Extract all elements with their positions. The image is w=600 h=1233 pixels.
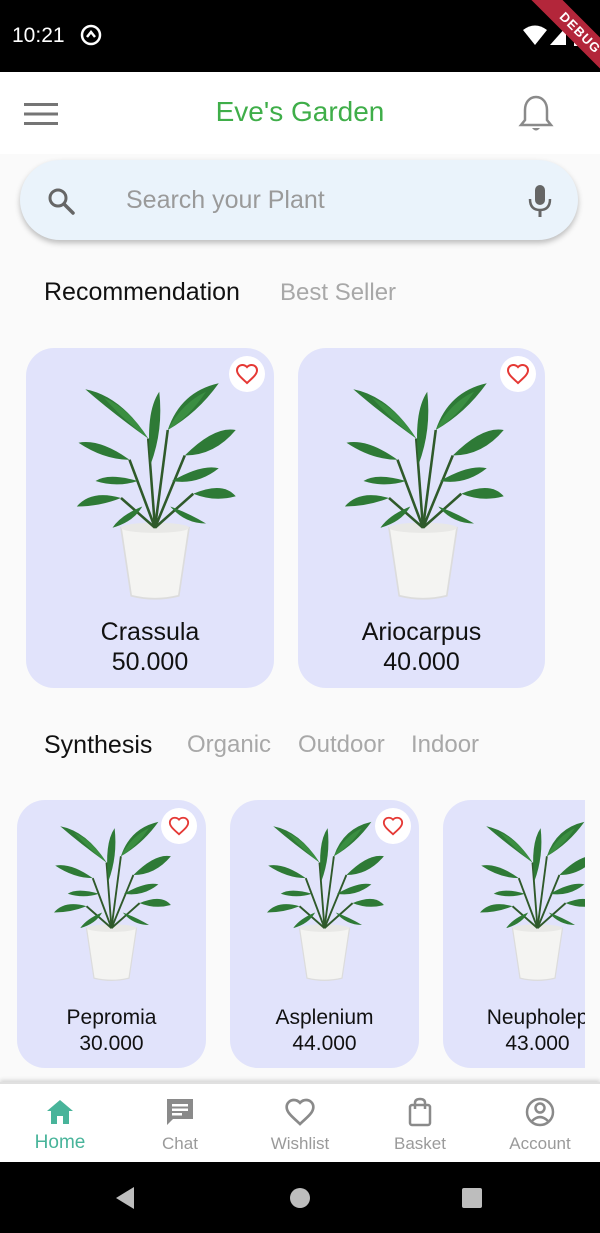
chat-icon: [167, 1099, 193, 1125]
status-time: 10:21: [12, 24, 65, 47]
product-card[interactable]: Ariocarpus 40.000: [298, 348, 545, 688]
product-price: 43.000: [505, 1032, 570, 1055]
notification-bell-icon[interactable]: [518, 94, 554, 134]
plant-image: [262, 810, 387, 990]
plant-image: [70, 362, 240, 617]
nav-home[interactable]: Home: [0, 1084, 120, 1164]
sync-icon: [80, 24, 102, 46]
nav-label: Account: [509, 1134, 571, 1153]
plant-image: [49, 810, 174, 990]
nav-chat[interactable]: Chat: [120, 1084, 240, 1164]
nav-label: Wishlist: [270, 1134, 330, 1153]
search-icon: [48, 188, 75, 215]
product-card[interactable]: Neupholep 43.000: [443, 800, 585, 1068]
product-price: 44.000: [292, 1032, 357, 1055]
bottom-navigation: Home Chat Wishlist Basket Account: [0, 1082, 600, 1164]
home-icon: [47, 1100, 73, 1124]
nav-label: Basket: [394, 1134, 446, 1153]
product-card[interactable]: Asplenium 44.000: [230, 800, 419, 1068]
favorite-button[interactable]: [229, 356, 265, 392]
heart-icon: [506, 362, 530, 386]
system-navigation-bar: [0, 1162, 600, 1233]
plant-image: [475, 810, 585, 990]
product-name: Crassula: [100, 618, 200, 646]
nav-label: Chat: [162, 1134, 198, 1153]
back-icon[interactable]: [114, 1186, 136, 1210]
recents-icon[interactable]: [462, 1188, 482, 1208]
tab-synthesis[interactable]: Synthesis: [44, 731, 152, 760]
home-circle-icon[interactable]: [289, 1187, 311, 1209]
tab-organic[interactable]: Organic: [187, 731, 271, 759]
app-bar: Eve's Garden: [0, 72, 600, 154]
tab-indoor[interactable]: Indoor: [411, 731, 479, 759]
tab-best-seller[interactable]: Best Seller: [280, 279, 396, 307]
favorite-button[interactable]: [500, 356, 536, 392]
nav-basket[interactable]: Basket: [360, 1084, 480, 1164]
bag-icon: [408, 1097, 432, 1127]
nav-account[interactable]: Account: [480, 1084, 600, 1164]
category-tabs: Synthesis Organic Outdoor Indoor: [0, 731, 600, 771]
product-card[interactable]: Pepromia 30.000: [17, 800, 206, 1068]
account-icon: [525, 1097, 555, 1127]
product-price: 30.000: [79, 1032, 144, 1055]
tab-recommendation[interactable]: Recommendation: [44, 278, 240, 307]
app-title: Eve's Garden: [215, 96, 385, 127]
product-name: Neupholep: [486, 1006, 585, 1029]
nav-wishlist[interactable]: Wishlist: [240, 1084, 360, 1164]
product-list[interactable]: Pepromia 30.000 Asplenium 44.000 Neuphol…: [0, 798, 585, 1070]
product-name: Pepromia: [66, 1006, 157, 1029]
nav-label: Home: [34, 1132, 86, 1153]
tab-outdoor[interactable]: Outdoor: [298, 731, 385, 759]
product-price: 40.000: [383, 648, 460, 676]
plant-image: [338, 362, 508, 617]
heart-icon: [168, 815, 190, 837]
search-bar[interactable]: Search your Plant: [20, 160, 578, 240]
favorite-button[interactable]: [161, 808, 197, 844]
heart-icon: [285, 1098, 315, 1126]
search-input[interactable]: Search your Plant: [126, 186, 325, 215]
product-name: Ariocarpus: [361, 618, 482, 646]
microphone-icon[interactable]: [526, 184, 554, 218]
product-name: Asplenium: [275, 1006, 374, 1029]
debug-label: DEBUG: [529, 0, 600, 84]
heart-icon: [382, 815, 404, 837]
product-card[interactable]: Crassula 50.000: [26, 348, 274, 688]
favorite-button[interactable]: [375, 808, 411, 844]
product-price: 50.000: [111, 648, 189, 676]
status-bar: 10:21 DEBUG: [0, 0, 600, 84]
recommendation-tabs: Recommendation Best Seller: [0, 278, 600, 318]
heart-icon: [235, 362, 259, 386]
